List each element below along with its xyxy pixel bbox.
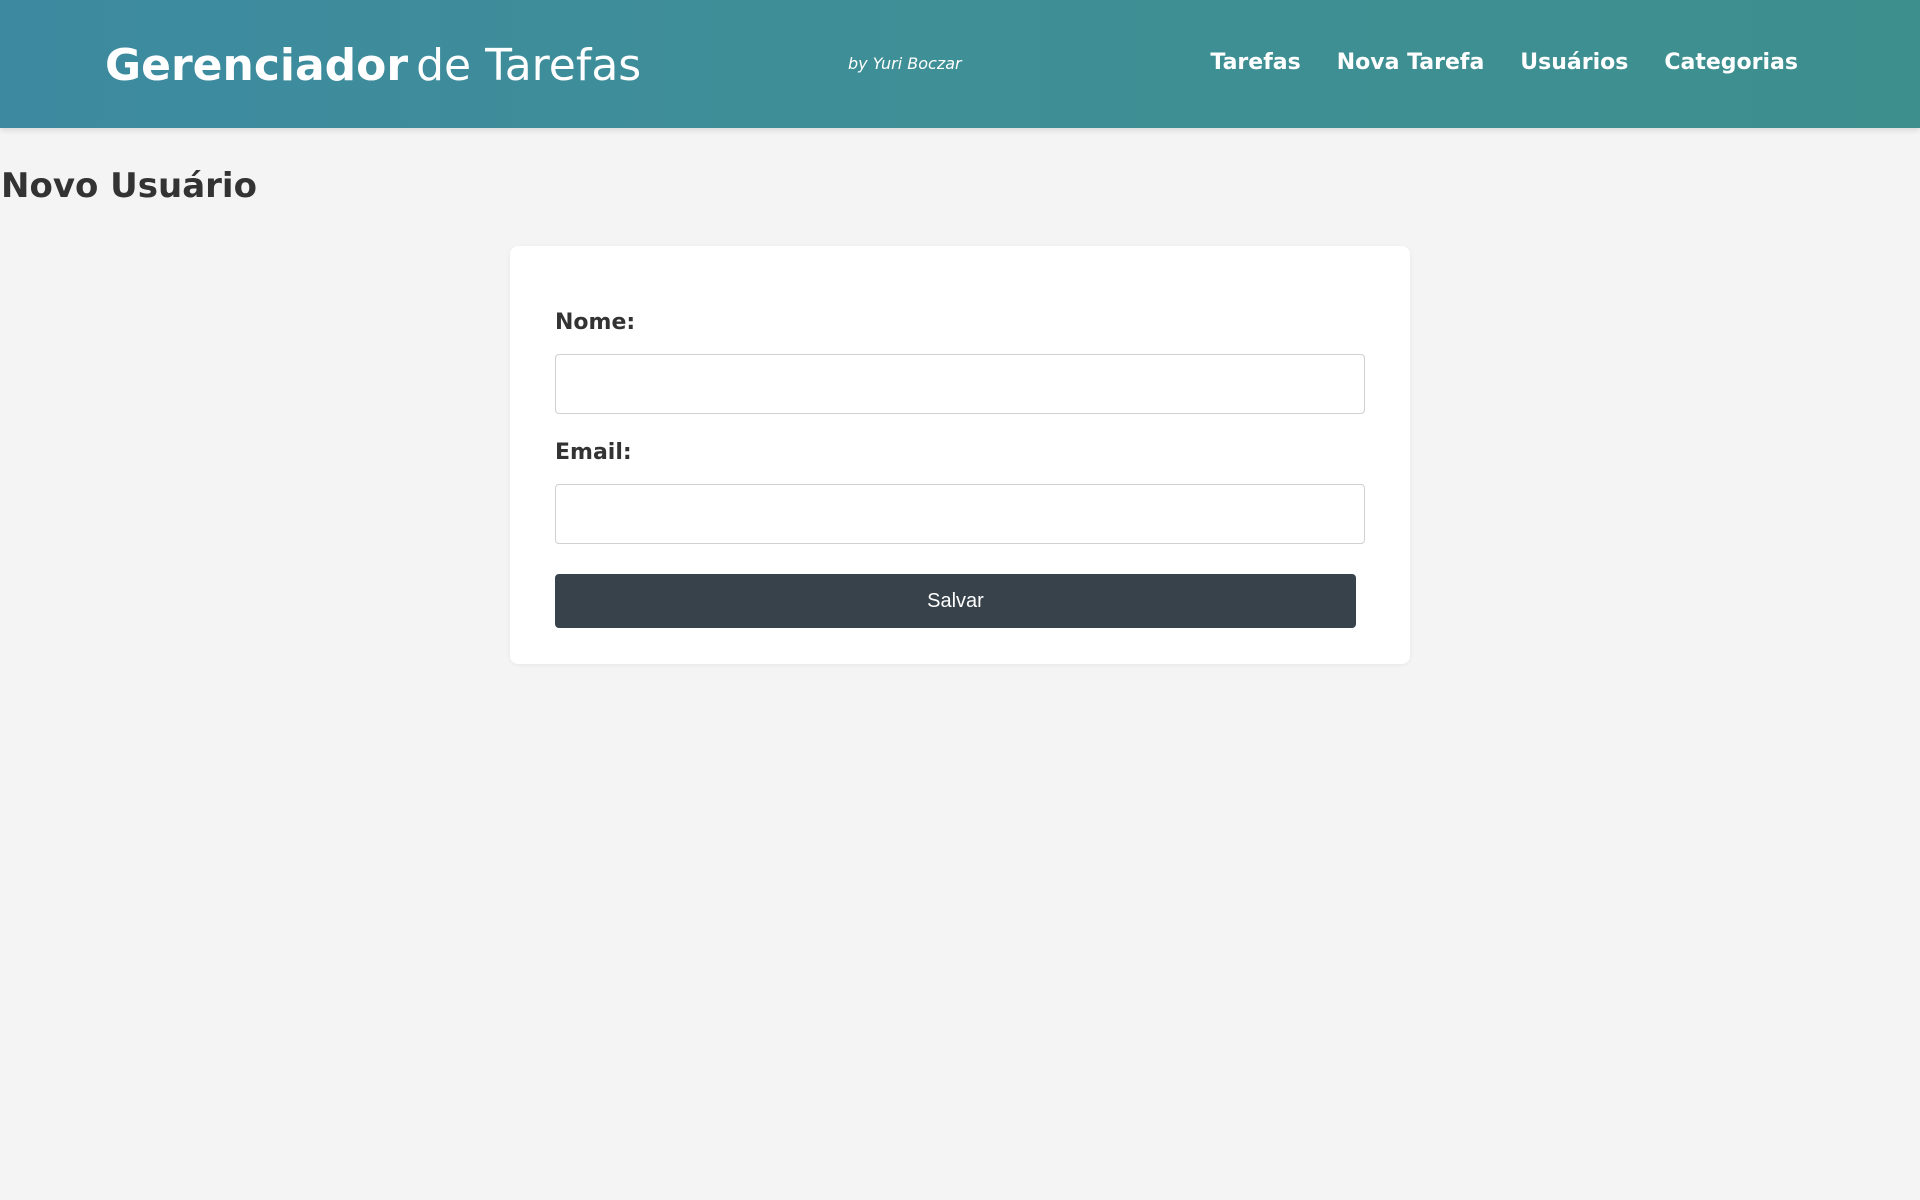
nav-item-usuarios[interactable]: Usuários [1520,50,1628,75]
page-title: Novo Usuário [1,166,257,206]
email-input[interactable] [555,484,1365,544]
new-user-form: Nome: Email: Salvar [510,246,1410,664]
save-button[interactable]: Salvar [555,574,1356,628]
app-brand[interactable]: Gerenciador de Tarefas [105,38,641,94]
author-byline: by Yuri Boczar [848,54,962,73]
brand-bold-text: Gerenciador [105,40,409,91]
nav-item-categorias[interactable]: Categorias [1664,50,1798,75]
nav-item-nova-tarefa[interactable]: Nova Tarefa [1337,50,1485,75]
email-label: Email: [555,440,632,465]
name-label: Nome: [555,310,636,335]
nav-item-tarefas[interactable]: Tarefas [1210,50,1300,75]
name-input[interactable] [555,354,1365,414]
app-header: Gerenciador de Tarefas by Yuri Boczar Tar… [0,0,1920,128]
brand-light-text: de Tarefas [416,40,642,91]
main-nav: Tarefas Nova Tarefa Usuários Categorias [1210,50,1798,75]
